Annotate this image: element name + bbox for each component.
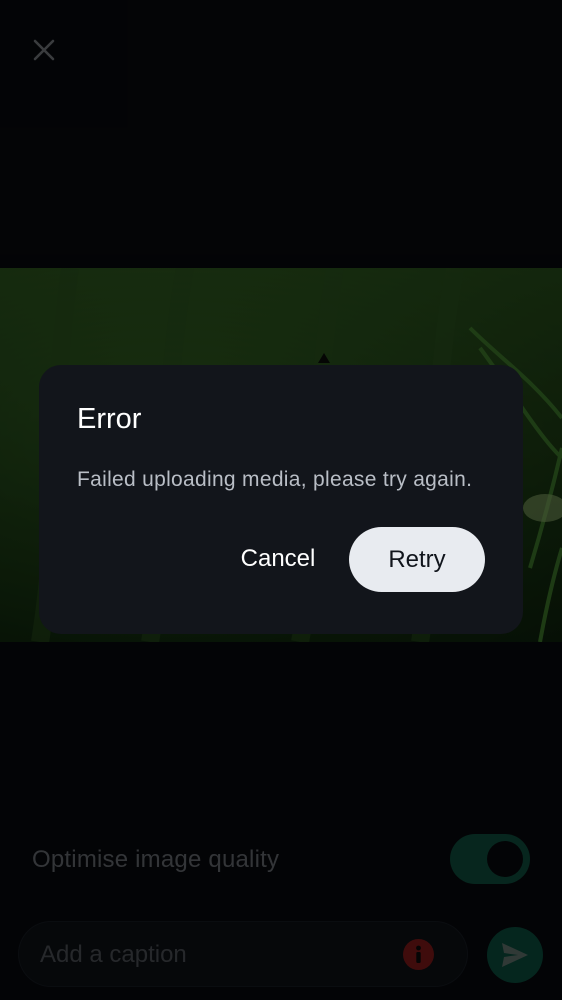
caption-field (18, 921, 468, 987)
error-dialog: Error Failed uploading media, please try… (39, 365, 523, 634)
caption-input[interactable] (38, 935, 402, 975)
media-upload-screen: Optimise image quality Error Failed uplo… (0, 0, 562, 1000)
close-icon (33, 39, 55, 61)
info-glyph (416, 945, 421, 963)
retry-button[interactable]: Retry (349, 527, 485, 592)
optimise-quality-row: Optimise image quality (0, 832, 562, 888)
send-button[interactable] (487, 927, 543, 983)
send-icon (502, 943, 528, 967)
toggle-knob (487, 841, 523, 877)
dialog-message: Failed uploading media, please try again… (77, 468, 473, 491)
cancel-button[interactable]: Cancel (223, 527, 333, 591)
optimise-quality-toggle[interactable] (450, 834, 530, 884)
dialog-title: Error (77, 403, 142, 435)
close-button[interactable] (24, 30, 64, 70)
info-icon[interactable] (403, 939, 434, 970)
optimise-quality-label: Optimise image quality (32, 846, 280, 873)
